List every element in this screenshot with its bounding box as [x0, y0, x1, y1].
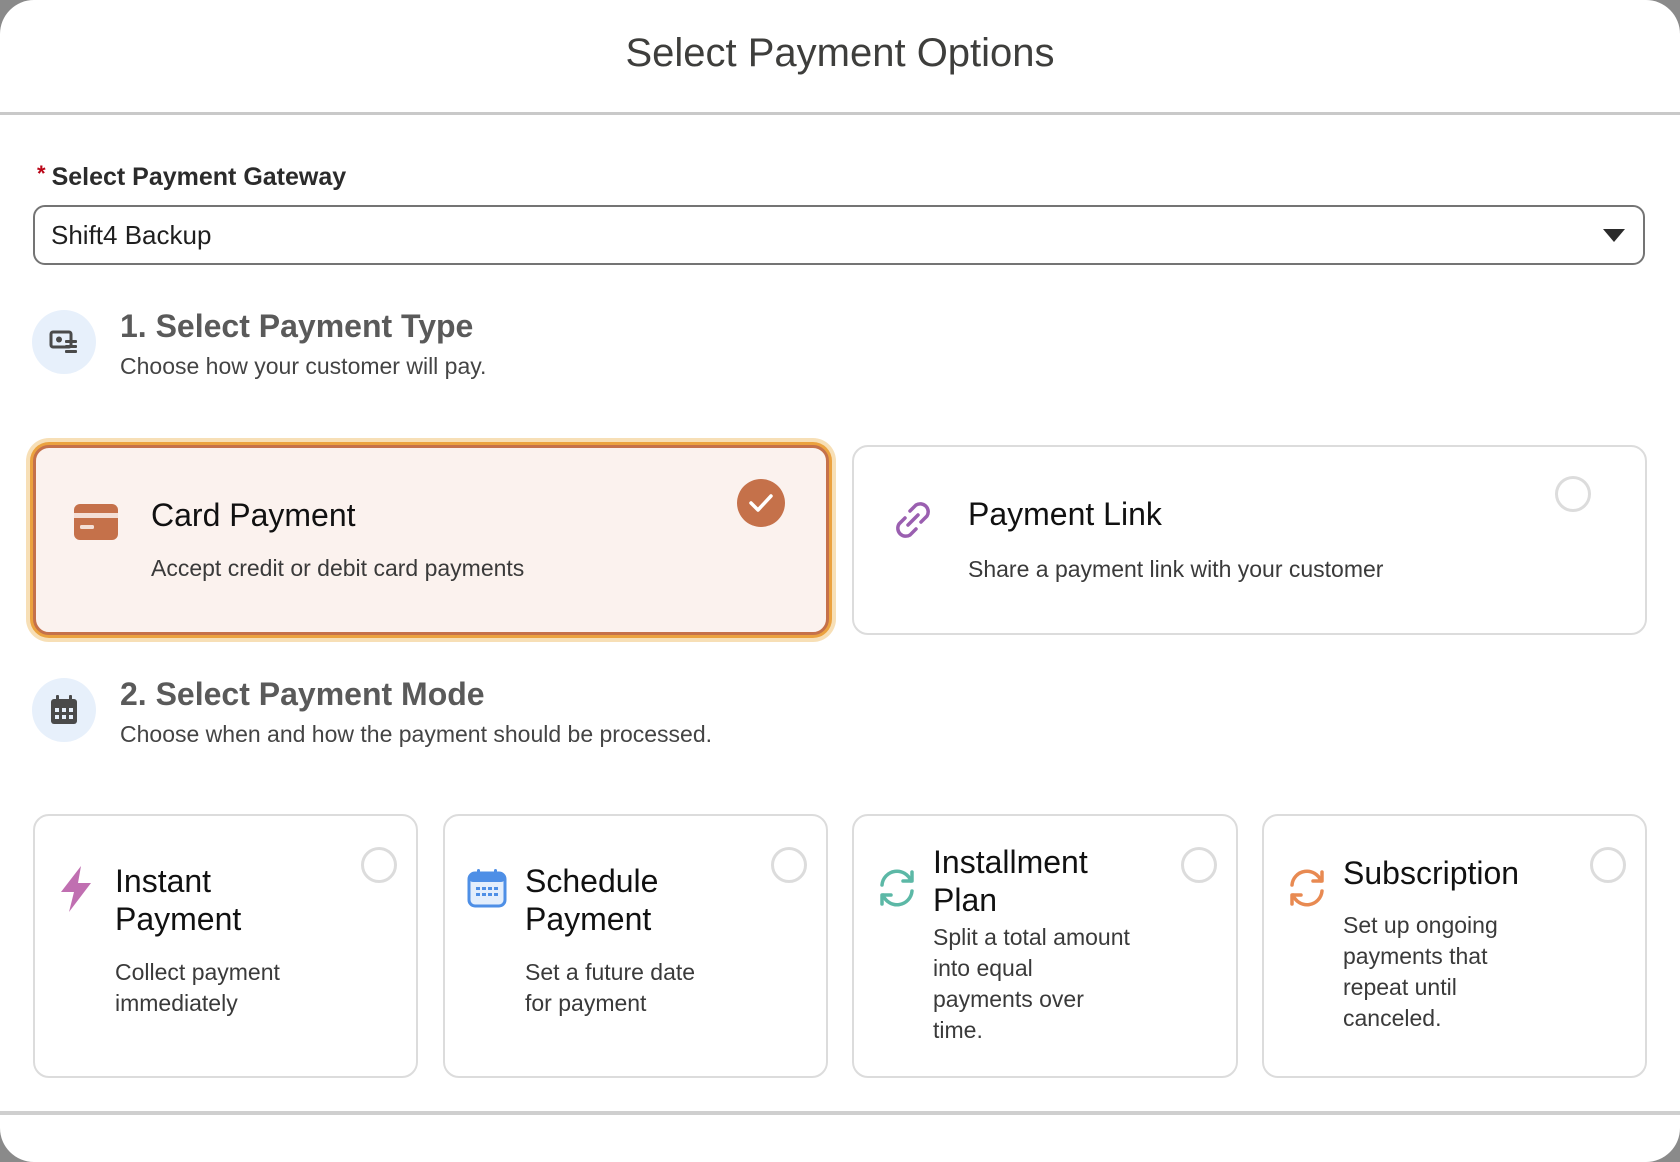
card-payment-option[interactable]: Card Payment Accept credit or debit card… — [33, 445, 829, 635]
instant-payment-radio[interactable] — [361, 847, 397, 883]
required-marker: * — [37, 161, 46, 186]
cash-register-icon — [32, 310, 96, 374]
schedule-payment-radio[interactable] — [771, 847, 807, 883]
payment-options-modal: Select Payment Options * Select Payment G… — [0, 0, 1680, 1162]
calendar-icon — [467, 868, 507, 913]
footer-divider — [0, 1111, 1680, 1115]
subscription-option[interactable]: Subscription Set up ongoing payments tha… — [1262, 814, 1647, 1078]
schedule-payment-desc-line2: for payment — [525, 990, 647, 1016]
instant-payment-desc-line2: immediately — [115, 990, 238, 1016]
subscription-desc-line2: payments that — [1343, 943, 1488, 969]
instant-payment-description: Collect payment immediately — [115, 957, 280, 1019]
gateway-select-value: Shift4 Backup — [51, 219, 212, 250]
card-payment-title: Card Payment — [151, 497, 356, 533]
instant-payment-desc-line1: Collect payment — [115, 959, 280, 985]
instant-payment-title-line2: Payment — [115, 901, 242, 937]
gateway-label: * Select Payment Gateway — [37, 161, 346, 192]
gateway-label-text: Select Payment Gateway — [51, 163, 347, 191]
subscription-title: Subscription — [1343, 855, 1520, 891]
payment-type-title: 1. Select Payment Type — [120, 308, 474, 344]
gateway-select[interactable]: Shift4 Backup — [33, 205, 1645, 265]
schedule-payment-title: Schedule Payment — [525, 862, 658, 938]
modal-title: Select Payment Options — [625, 30, 1055, 75]
payment-link-title: Payment Link — [968, 496, 1162, 532]
modal-header: Select Payment Options — [0, 0, 1680, 115]
subscription-desc-line1: Set up ongoing — [1343, 912, 1498, 938]
check-icon — [737, 479, 785, 527]
link-icon — [890, 497, 936, 548]
payment-type-subtitle: Choose how your customer will pay. — [120, 353, 487, 379]
subscription-desc-line4: canceled. — [1343, 1005, 1442, 1031]
instant-payment-title: Instant Payment — [115, 862, 241, 938]
installment-plan-desc-line3: payments over — [933, 986, 1084, 1012]
installment-plan-option[interactable]: Installment Plan Split a total amount in… — [852, 814, 1238, 1078]
schedule-payment-title-line2: Payment — [525, 901, 652, 937]
installment-plan-desc-line2: into equal — [933, 955, 1033, 981]
installment-plan-radio[interactable] — [1181, 847, 1217, 883]
card-payment-description: Accept credit or debit card payments — [151, 555, 525, 581]
instant-payment-title-line1: Instant — [115, 863, 212, 899]
lightning-icon — [57, 866, 95, 917]
schedule-payment-title-line1: Schedule — [525, 863, 659, 899]
installment-plan-title-line1: Installment — [933, 844, 1088, 880]
subscription-description: Set up ongoing payments that repeat unti… — [1343, 910, 1498, 1034]
schedule-payment-option[interactable]: Schedule Payment Set a future date for p… — [443, 814, 828, 1078]
refresh-icon — [875, 866, 919, 915]
payment-link-radio[interactable] — [1555, 476, 1591, 512]
chevron-down-icon — [1603, 229, 1625, 242]
payment-type-section: 1. Select Payment Type Choose how your c… — [32, 308, 1032, 390]
payment-mode-subtitle: Choose when and how the payment should b… — [120, 721, 713, 747]
payment-mode-title: 2. Select Payment Mode — [120, 676, 485, 712]
payment-mode-section: 2. Select Payment Mode Choose when and h… — [32, 676, 1032, 758]
schedule-payment-desc-line1: Set a future date — [525, 959, 696, 985]
installment-plan-desc-line4: time. — [933, 1017, 983, 1043]
subscription-radio[interactable] — [1590, 847, 1626, 883]
payment-link-description: Share a payment link with your customer — [968, 556, 1384, 582]
installment-plan-desc-line1: Split a total amount — [933, 924, 1130, 950]
credit-card-icon — [74, 504, 118, 545]
calendar-icon — [32, 678, 96, 742]
refresh-icon — [1285, 866, 1329, 915]
payment-link-option[interactable]: Payment Link Share a payment link with y… — [852, 445, 1647, 635]
subscription-desc-line3: repeat until — [1343, 974, 1457, 1000]
installment-plan-description: Split a total amount into equal payments… — [933, 922, 1130, 1046]
installment-plan-title: Installment Plan — [933, 843, 1088, 919]
schedule-payment-description: Set a future date for payment — [525, 957, 695, 1019]
instant-payment-option[interactable]: Instant Payment Collect payment immediat… — [33, 814, 418, 1078]
installment-plan-title-line2: Plan — [933, 882, 998, 918]
